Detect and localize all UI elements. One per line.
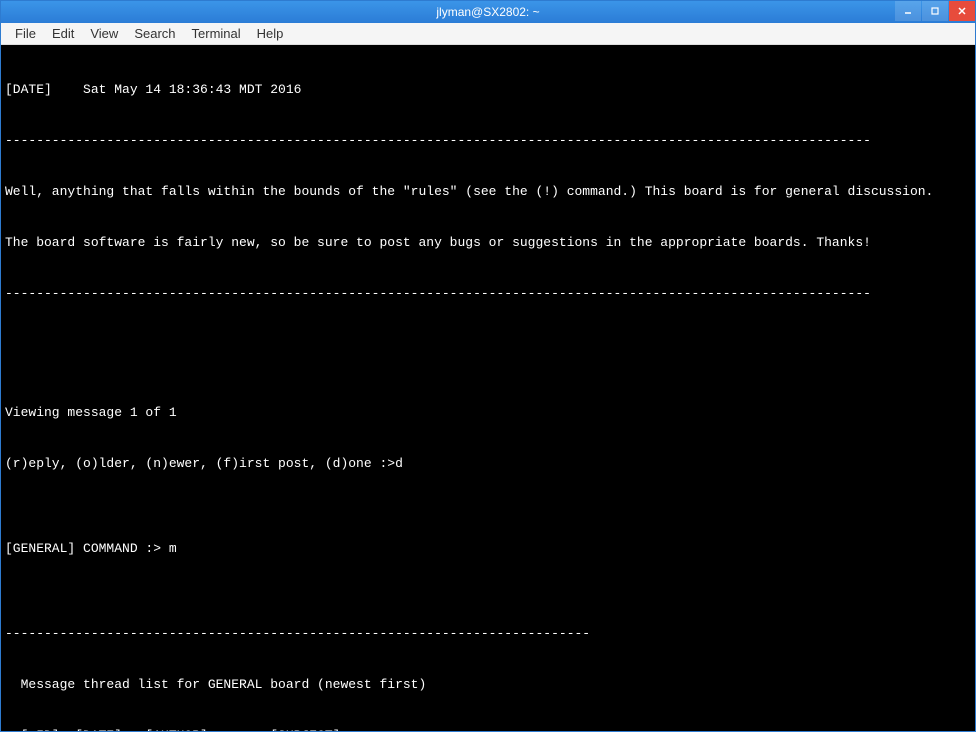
titlebar[interactable]: jlyman@SX2802: ~ xyxy=(1,1,975,23)
maximize-icon xyxy=(930,6,940,16)
term-line: The board software is fairly new, so be … xyxy=(5,234,971,251)
menu-edit[interactable]: Edit xyxy=(44,24,82,43)
term-line: [ ID] [DATE] [AUTHOR] [SUBJECT] xyxy=(5,727,971,731)
menu-search[interactable]: Search xyxy=(126,24,183,43)
close-button[interactable] xyxy=(949,1,975,21)
term-line: [GENERAL] COMMAND :> m xyxy=(5,540,971,557)
maximize-button[interactable] xyxy=(922,1,948,21)
terminal-output[interactable]: [DATE] Sat May 14 18:36:43 MDT 2016 ----… xyxy=(1,45,975,731)
term-line: [DATE] Sat May 14 18:36:43 MDT 2016 xyxy=(5,81,971,98)
minimize-button[interactable] xyxy=(895,1,921,21)
minimize-icon xyxy=(903,6,913,16)
term-line: Message thread list for GENERAL board (n… xyxy=(5,676,971,693)
term-line: ----------------------------------------… xyxy=(5,132,971,149)
terminal-window: jlyman@SX2802: ~ File Edit View Search T… xyxy=(0,0,976,732)
term-line: (r)eply, (o)lder, (n)ewer, (f)irst post,… xyxy=(5,455,971,472)
window-title: jlyman@SX2802: ~ xyxy=(436,5,539,19)
menu-view[interactable]: View xyxy=(82,24,126,43)
menu-terminal[interactable]: Terminal xyxy=(184,24,249,43)
menu-help[interactable]: Help xyxy=(249,24,292,43)
menubar: File Edit View Search Terminal Help xyxy=(1,23,975,45)
term-line: ----------------------------------------… xyxy=(5,625,971,642)
close-icon xyxy=(957,6,967,16)
term-line: Viewing message 1 of 1 xyxy=(5,404,971,421)
window-controls xyxy=(895,1,975,23)
term-line: ----------------------------------------… xyxy=(5,285,971,302)
term-line: Well, anything that falls within the bou… xyxy=(5,183,971,200)
menu-file[interactable]: File xyxy=(7,24,44,43)
